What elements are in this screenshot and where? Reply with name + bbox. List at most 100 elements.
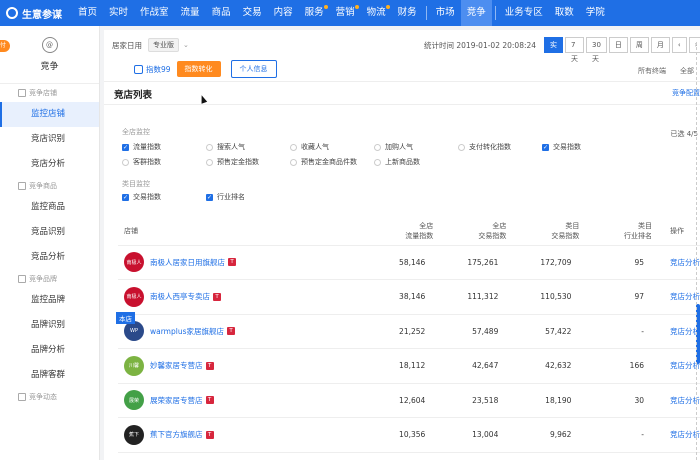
metric-checkbox[interactable]: ✓ 交易指数 — [122, 192, 161, 202]
group-icon — [18, 182, 26, 190]
sidebar-item[interactable]: 品牌客群 — [0, 363, 99, 388]
table-row: 南极人 南极人居家日用旗舰店 T 58,146 175,261 172,709 95 竞店分析 — [118, 245, 700, 280]
checkbox-label: 客群指数 — [133, 158, 161, 166]
time-button[interactable]: 实时 — [544, 37, 563, 63]
column-header[interactable]: 全店 流量指数 — [364, 217, 438, 246]
nav-item[interactable]: 竞争 — [460, 0, 492, 26]
competitor-analysis-link[interactable]: 竞店分析 — [656, 245, 700, 280]
sidebar-item[interactable]: 品牌识别 — [0, 313, 99, 338]
brand[interactable]: 生意参谋 — [0, 6, 72, 21]
main-content: 居家日用 专业版 ⌄ 统计时间 2019-01-02 20:08:24 实时 7天… — [104, 30, 700, 460]
chevron-right-icon[interactable]: › — [688, 37, 700, 53]
metric-checkbox[interactable]: 预售定金商品件数 — [290, 157, 357, 167]
nav-item[interactable]: 交易 — [237, 0, 268, 26]
time-button[interactable]: 7天 — [565, 37, 584, 63]
nav-item[interactable]: 市场 — [430, 0, 461, 26]
stat-time: 统计时间 2019-01-02 20:08:24 — [424, 41, 537, 50]
sidebar-group: 竞争动态 — [0, 388, 99, 406]
competitor-analysis-link[interactable]: 竞店分析 — [656, 348, 700, 384]
sidebar-item[interactable]: 监控店铺 — [0, 102, 99, 127]
sidebar-item[interactable]: 竞品识别 — [0, 220, 99, 245]
chevron-left-icon[interactable]: ‹ — [671, 37, 687, 53]
shop-name-link[interactable]: warmplus家居旗舰店 — [150, 326, 224, 337]
sidebar-collapse-tab[interactable]: 付 — [0, 40, 10, 52]
metric-checkbox[interactable]: 预售定金指数 — [206, 157, 259, 167]
nav-item[interactable]: 业务专区 — [499, 0, 549, 26]
nav-item[interactable]: 财务 — [392, 0, 423, 26]
personal-info-button[interactable]: 个人信息 — [230, 60, 277, 78]
nav-item[interactable]: 实时 — [103, 0, 134, 26]
metric-checkbox[interactable]: 支付转化指数 — [458, 142, 511, 152]
time-button[interactable]: 周 — [629, 37, 649, 53]
metric-cell: 12,604 — [364, 383, 438, 418]
checkbox-empty-icon — [206, 143, 213, 151]
nav-item[interactable]: 服务 — [299, 0, 330, 26]
competition-icon: @ — [41, 37, 58, 53]
filter-bar: 居家日用 专业版 ⌄ 统计时间 2019-01-02 20:08:24 实时 7天… — [104, 30, 700, 82]
sidebar-item[interactable]: 竞店识别 — [0, 127, 99, 152]
nav-item[interactable]: 作战室 — [134, 0, 175, 26]
sidebar-item[interactable]: 竞店分析 — [0, 152, 99, 177]
shop-name-link[interactable]: 南极人居家日用旗舰店 — [150, 257, 225, 268]
metric-cell: - — [583, 314, 656, 349]
sidebar-item[interactable]: 监控品牌 — [0, 288, 99, 313]
column-header[interactable]: 类目 行业排名 — [583, 217, 656, 246]
shop-name-link[interactable]: 妙馨家居专营店 — [150, 360, 203, 371]
time-button[interactable]: 30天 — [586, 37, 607, 63]
brand-title: 生意参谋 — [22, 9, 62, 21]
shop-cell: 南极人 南极人居家日用旗舰店 T — [118, 245, 365, 280]
shop-name-link[interactable]: 蕉下官方旗舰店 — [150, 429, 203, 440]
table-row: 蕉下 蕉下官方旗舰店 T 10,356 13,004 9,962- 竞店分析 — [118, 417, 700, 453]
metric-cell: 42,647 — [437, 348, 511, 384]
index-convert-button[interactable]: 指数转化 — [176, 61, 221, 77]
sidebar-item[interactable]: 品牌分析 — [0, 338, 99, 363]
tmall-icon: T — [213, 292, 221, 301]
competitor-analysis-link[interactable]: 竞店分析 — [656, 279, 700, 315]
metric-checkbox[interactable]: ✓ 流量指数 — [122, 142, 161, 152]
shop-name-link[interactable]: 南极人西亭专卖店 — [150, 291, 210, 302]
metric-cell: 57,422 — [510, 314, 584, 349]
metric-checkbox[interactable]: 收藏人气 — [290, 142, 329, 152]
nav-item[interactable]: 首页 — [72, 0, 103, 26]
tmall-icon: T — [227, 327, 235, 336]
metric-cell: 10,356 — [364, 417, 438, 453]
nav-item[interactable]: 流量 — [175, 0, 206, 26]
metric-checkbox[interactable]: 加购人气 — [374, 142, 413, 152]
index-toggle[interactable]: 指数99 — [134, 64, 171, 75]
column-header[interactable]: 类目 交易指数 — [510, 217, 584, 246]
sidebar-group: 竞争品牌 — [0, 270, 99, 288]
nav-item[interactable]: 学院 — [580, 0, 611, 26]
competitor-analysis-link[interactable]: 竞店分析 — [656, 314, 700, 349]
time-button[interactable]: 日 — [608, 37, 628, 53]
metric-checkbox[interactable]: ✓ 交易指数 — [542, 142, 581, 152]
column-header: 店铺 — [118, 217, 365, 246]
tmall-icon: T — [228, 258, 236, 267]
nav-item[interactable]: 商品 — [206, 0, 237, 26]
checkbox-label: 支付转化指数 — [469, 143, 511, 151]
nav-item[interactable]: 内容 — [268, 0, 299, 26]
metric-checkbox[interactable]: ✓ 行业排名 — [206, 192, 245, 202]
metric-checkbox[interactable]: 客群指数 — [122, 157, 161, 167]
all-select[interactable]: 全部 — [680, 66, 694, 76]
terminal-select[interactable]: 所有终端 — [638, 66, 666, 76]
competitor-analysis-link[interactable]: 竞店分析 — [656, 417, 700, 453]
nav-item[interactable]: 取数 — [549, 0, 580, 26]
sidebar-item[interactable]: 竞品分析 — [0, 245, 99, 270]
column-header: 操作 — [656, 217, 700, 246]
nav-item[interactable]: 物流 — [361, 0, 392, 26]
column-header[interactable]: 全店 交易指数 — [437, 217, 511, 246]
competitor-table: 店铺 全店 流量指数 全店 交易指数 类目 交易指数 类目 行业排名 操作 南极人 南极人居… — [118, 217, 700, 453]
metric-checkbox[interactable]: 搜索人气 — [206, 142, 245, 152]
checkbox-checked-icon: ✓ — [542, 143, 549, 151]
competitor-analysis-link[interactable]: 竞店分析 — [656, 383, 700, 418]
sidebar-item[interactable]: 监控商品 — [0, 195, 99, 220]
time-button[interactable]: 月 — [650, 37, 670, 53]
category-label[interactable]: 居家日用 — [112, 40, 142, 51]
tmall-icon: T — [205, 430, 214, 439]
metric-checkbox[interactable]: 上新商品数 — [374, 157, 420, 167]
shop-name-link[interactable]: 展荣家居专营店 — [150, 395, 203, 406]
chevron-down-icon[interactable]: ⌄ — [183, 41, 189, 49]
nav-item[interactable]: 营销 — [330, 0, 361, 26]
metric-cell: 30 — [583, 383, 656, 418]
metric-cell: 172,709 — [510, 245, 584, 280]
